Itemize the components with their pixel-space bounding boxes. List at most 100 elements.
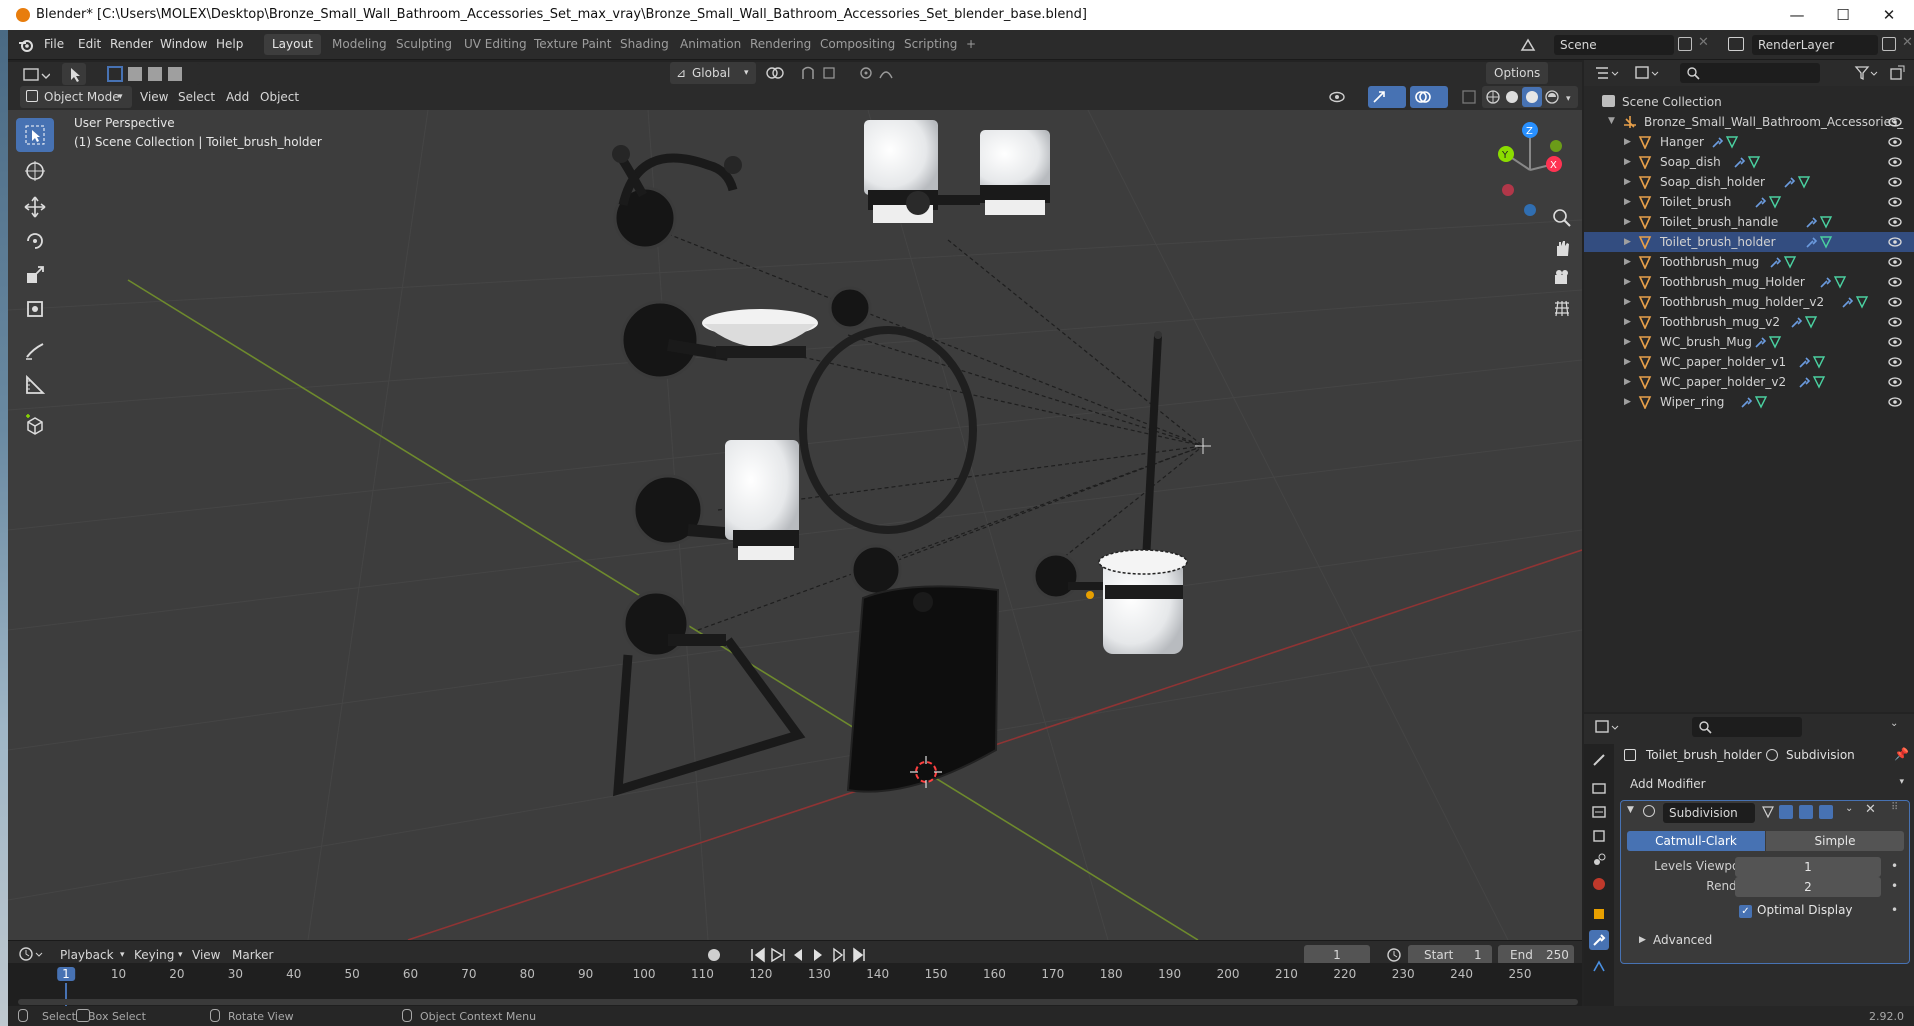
modifier-and-mesh-icons[interactable] <box>1805 215 1835 229</box>
outliner-item-hanger[interactable]: ▶ Hanger <box>1584 132 1914 152</box>
menu-help[interactable]: Help <box>216 37 243 51</box>
expand-arrow-icon[interactable]: ▶ <box>1624 297 1634 307</box>
measure-tool[interactable] <box>16 368 54 402</box>
eye-icon[interactable] <box>1888 216 1902 227</box>
playback-controls[interactable] <box>748 945 878 965</box>
tab-scripting[interactable]: Scripting <box>896 34 965 55</box>
eye-icon[interactable] <box>1888 156 1902 167</box>
outliner-item-wc-brush-mug[interactable]: ▶ WC_brush_Mug <box>1584 332 1914 352</box>
timeline-menu-playback[interactable]: Playback <box>60 945 114 965</box>
modifier-and-mesh-icons[interactable] <box>1754 195 1784 209</box>
outliner-item-soap-dish-holder[interactable]: ▶ Soap_dish_holder <box>1584 172 1914 192</box>
zoom-icon[interactable] <box>1548 204 1576 232</box>
modifier-and-mesh-icons[interactable] <box>1754 335 1784 349</box>
expand-arrow-icon[interactable]: ▶ <box>1624 357 1634 367</box>
chevron-down-icon[interactable]: ⌄ <box>1845 803 1853 814</box>
expand-arrow-icon[interactable]: ▶ <box>1624 197 1634 207</box>
xray-toggle-icon[interactable] <box>1460 88 1478 106</box>
visibility-icon[interactable] <box>1328 88 1358 106</box>
outliner-item-toilet-brush[interactable]: ▶ Toilet_brush <box>1584 192 1914 212</box>
catmull-clark-button[interactable]: Catmull-Clark <box>1627 831 1765 851</box>
outliner-item-wc-paper-holder-v1[interactable]: ▶ WC_paper_holder_v1 <box>1584 352 1914 372</box>
outliner-editor-type-icon[interactable] <box>1594 64 1622 82</box>
modifier-and-mesh-icons[interactable] <box>1798 375 1828 389</box>
outliner-item-toothbrush-mug-v2[interactable]: ▶ Toothbrush_mug_v2 <box>1584 312 1914 332</box>
3d-viewport[interactable]: Z Y X User Perspective (1) Scene Collect… <box>8 110 1582 940</box>
output-tab-icon[interactable] <box>1589 802 1609 822</box>
chevron-down-icon[interactable]: ⌄ <box>1890 718 1898 729</box>
expand-arrow-icon[interactable]: ▶ <box>1624 337 1634 347</box>
modifier-and-mesh-icons[interactable] <box>1805 235 1835 249</box>
camera-view-icon[interactable] <box>1548 264 1576 292</box>
viewport-menu-view[interactable]: View <box>140 87 168 107</box>
wc-paper-holder-v1-object[interactable] <box>613 590 806 797</box>
modifier-name-field[interactable]: Subdivision <box>1663 803 1755 823</box>
modifier-and-mesh-icons[interactable] <box>1769 255 1799 269</box>
eye-icon[interactable] <box>1888 316 1902 327</box>
particles-tab-icon[interactable] <box>1589 956 1609 976</box>
modifier-and-mesh-icons[interactable] <box>1733 155 1763 169</box>
timeline-menu-marker[interactable]: Marker <box>232 945 273 965</box>
tool-settings-tab-icon[interactable] <box>1589 750 1609 770</box>
properties-editor-type-icon[interactable] <box>1594 718 1622 736</box>
outliner-item-wc-paper-holder-v2[interactable]: ▶ WC_paper_holder_v2 <box>1584 372 1914 392</box>
gizmo-toggle-icon[interactable] <box>1368 86 1406 108</box>
modifier-and-mesh-icons[interactable] <box>1740 395 1770 409</box>
outliner-scene-collection[interactable]: Scene Collection <box>1584 92 1914 112</box>
expand-arrow-icon[interactable]: ▶ <box>1639 935 1646 945</box>
outliner-item-toothbrush-mug[interactable]: ▶ Toothbrush_mug <box>1584 252 1914 272</box>
advanced-subpanel[interactable]: Advanced <box>1653 933 1712 947</box>
pivot-point-icon[interactable] <box>764 64 794 82</box>
tab-animation[interactable]: Animation <box>672 34 749 55</box>
eye-icon[interactable] <box>1888 336 1902 347</box>
expand-arrow-icon[interactable]: ▶ <box>1624 257 1634 267</box>
outliner-item-toilet-brush-handle[interactable]: ▶ Toilet_brush_handle <box>1584 212 1914 232</box>
simple-button[interactable]: Simple <box>1766 831 1904 851</box>
expand-arrow-icon[interactable]: ▶ <box>1624 217 1634 227</box>
expand-arrow-icon[interactable]: ▶ <box>1624 137 1634 147</box>
world-tab-icon[interactable] <box>1589 874 1609 894</box>
properties-search-input[interactable] <box>1692 717 1802 737</box>
eye-icon[interactable] <box>1888 136 1902 147</box>
selection-mode-buttons[interactable] <box>104 63 200 85</box>
expand-arrow-icon[interactable]: ▶ <box>1624 157 1634 167</box>
toilet-brush-object[interactable] <box>1032 331 1188 654</box>
tab-uv-editing[interactable]: UV Editing <box>456 34 535 55</box>
wc-paper-holder-v2-object[interactable] <box>846 544 1000 793</box>
soap-dish-object[interactable] <box>620 300 818 380</box>
expand-arrow-icon[interactable]: ▶ <box>1624 177 1634 187</box>
rotate-tool[interactable] <box>16 224 54 258</box>
proportional-edit-icon[interactable] <box>858 64 908 82</box>
pin-icon[interactable]: 📌 <box>1894 747 1909 761</box>
wiper-ring-object[interactable] <box>799 286 977 534</box>
overlays-toggle-icon[interactable] <box>1410 86 1448 108</box>
modifier-and-mesh-icons[interactable] <box>1798 355 1828 369</box>
move-tool[interactable] <box>16 190 54 224</box>
filter-icon[interactable] <box>1854 64 1880 82</box>
tab-modeling[interactable]: Modeling <box>324 34 395 55</box>
keyframe-dot-icon[interactable]: • <box>1891 879 1898 893</box>
scene-tab-icon[interactable] <box>1589 850 1609 870</box>
render-levels-field[interactable]: 2 <box>1735 877 1881 897</box>
modifier-tab-icon[interactable] <box>1589 930 1609 950</box>
expand-arrow-icon[interactable]: ▶ <box>1624 237 1634 247</box>
end-frame-field[interactable]: End 250 <box>1498 945 1574 965</box>
expand-arrow-icon[interactable]: ▶ <box>1624 377 1634 387</box>
modifier-and-mesh-icons[interactable] <box>1783 175 1813 189</box>
outliner-item-wiper-ring[interactable]: ▶ Wiper_ring <box>1584 392 1914 412</box>
menu-file[interactable]: File <box>44 37 64 51</box>
delete-scene-icon[interactable]: ✕ <box>1698 35 1709 50</box>
annotate-tool[interactable] <box>16 334 54 368</box>
new-layer-icon[interactable] <box>1882 37 1896 51</box>
eye-icon[interactable] <box>1888 196 1902 207</box>
shading-mode-buttons[interactable]: ▾ <box>1482 86 1578 108</box>
view-layer-tab-icon[interactable] <box>1589 826 1609 846</box>
eye-icon[interactable] <box>1888 296 1902 307</box>
outliner-item-toilet-brush-holder[interactable]: ▶ Toilet_brush_holder <box>1584 232 1914 252</box>
object-tab-icon[interactable] <box>1589 904 1609 924</box>
toothbrush-mug-holder-v2-object[interactable] <box>864 120 1050 223</box>
expand-arrow-icon[interactable]: ▶ <box>1624 277 1634 287</box>
outliner-item-toothbrush-mug-holder-v2[interactable]: ▶ Toothbrush_mug_holder_v2 <box>1584 292 1914 312</box>
modifier-visibility-icons[interactable] <box>1761 804 1841 820</box>
delete-layer-icon[interactable]: ✕ <box>1902 35 1913 50</box>
